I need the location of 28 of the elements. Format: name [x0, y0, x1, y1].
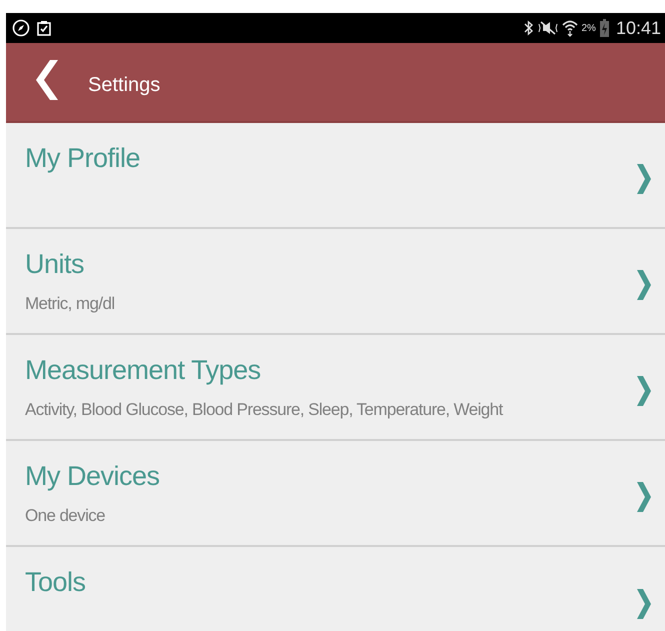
wifi-icon — [562, 19, 578, 37]
settings-item[interactable]: Tools — [6, 547, 665, 631]
settings-item[interactable]: My Profile — [6, 123, 665, 229]
settings-item[interactable]: My Devices One device — [6, 441, 665, 547]
chevron-icon — [637, 482, 651, 512]
item-title: Measurement Types — [25, 355, 262, 386]
screen-title: Settings — [88, 74, 160, 96]
compass-icon — [12, 19, 30, 37]
mute-icon — [538, 20, 558, 36]
chevron-icon — [637, 270, 651, 300]
item-title: Tools — [25, 567, 87, 598]
item-title: My Profile — [25, 143, 142, 174]
settings-item[interactable]: Units Metric, mg/dl — [6, 229, 665, 335]
chevron-icon — [637, 589, 651, 619]
settings-item[interactable]: Measurement Types Activity, Blood Glucose, Blood Pressure, Sleep, Temperature, Weight — [6, 335, 665, 441]
clipboard-icon — [36, 19, 52, 37]
chevron-icon — [637, 164, 651, 194]
item-subtitle: Metric, mg/dl — [25, 294, 116, 314]
clock-time: 10:41 — [616, 18, 661, 38]
battery-icon — [600, 19, 609, 37]
back-icon[interactable] — [34, 60, 58, 100]
item-subtitle: One device — [25, 506, 106, 526]
battery-percent: 2% — [582, 22, 596, 34]
item-title: Units — [25, 249, 86, 280]
chevron-icon — [637, 376, 651, 406]
item-subtitle: Activity, Blood Glucose, Blood Pressure, Sleep, Temperature, Weight — [25, 400, 504, 420]
item-title: My Devices — [25, 461, 161, 492]
bluetooth-icon — [524, 20, 534, 36]
